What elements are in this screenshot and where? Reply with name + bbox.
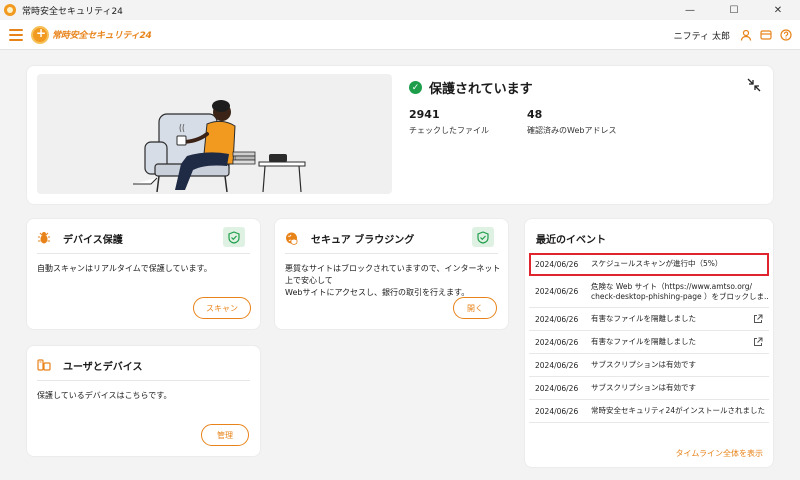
status-text: 保護されています	[429, 82, 533, 97]
checked-urls-stat: 48 確認済みのWebアドレス	[527, 108, 616, 136]
window-controls: — ☐ ✕	[668, 0, 800, 20]
account-icon[interactable]	[739, 28, 752, 41]
divider	[37, 380, 250, 381]
secure-browsing-description: 悪質なサイトはブロックされていますので、インターネット上で安心して Webサイト…	[285, 263, 508, 299]
shield-check-icon	[223, 227, 245, 247]
event-row[interactable]: 2024/06/26 危険な Web サイト（https://www.amtso…	[529, 276, 769, 308]
event-message-line2: check-desktop-phishing-page ）をブロックしま...	[591, 291, 769, 301]
open-button[interactable]: 開く	[453, 297, 497, 319]
bug-icon	[37, 231, 51, 245]
event-date: 2024/06/26	[535, 287, 579, 296]
event-row[interactable]: 2024/06/26 サブスクリプションは有効です	[529, 354, 769, 377]
minimize-button[interactable]: —	[668, 0, 712, 20]
checked-urls-count: 48	[527, 108, 543, 121]
device-protection-card: デバイス保護 自動スキャンはリアルタイムで保護しています。 スキャン	[27, 219, 260, 329]
divider	[37, 253, 250, 254]
external-link-icon[interactable]	[753, 337, 763, 347]
event-message: 危険な Web サイト（https://www.amtso.org/ check…	[585, 282, 769, 302]
logo-mark-icon	[31, 25, 49, 44]
event-message: サブスクリプションは有効です	[591, 383, 696, 392]
checked-files-stat: 2941 チェックしたファイル	[409, 108, 489, 136]
recent-events-title: 最近のイベント	[536, 235, 606, 246]
protection-status-card: ✓ 保護されています 2941 チェックしたファイル 48 確認済みのWebアド…	[27, 66, 773, 204]
scan-button[interactable]: スキャン	[193, 297, 251, 319]
event-row[interactable]: 2024/06/26 サブスクリプションは有効です	[529, 377, 769, 400]
subscription-icon[interactable]	[759, 28, 772, 41]
maximize-button[interactable]: ☐	[712, 0, 756, 20]
secure-browsing-description-line1: 悪質なサイトはブロックされていますので、インターネット上で安心して	[285, 264, 501, 285]
logo: 常時安全セキュリティ24	[31, 25, 152, 44]
event-message: サブスクリプションは有効です	[591, 360, 696, 369]
divider	[285, 253, 498, 254]
event-date: 2024/06/26	[535, 337, 579, 347]
check-circle-icon: ✓	[409, 81, 422, 94]
event-row[interactable]: 2024/06/26 スケジュールスキャンが進行中（5%）	[529, 253, 769, 276]
user-name[interactable]: ニフティ 太郎	[674, 29, 730, 42]
relaxing-person-illustration	[37, 74, 392, 194]
menu-icon[interactable]	[9, 28, 23, 41]
event-message: スケジュールスキャンが進行中（5%）	[591, 259, 723, 268]
collapse-icon[interactable]	[747, 78, 761, 92]
event-message-line1: 危険な Web サイト（https://www.amtso.org/	[591, 281, 753, 291]
app-icon	[4, 4, 16, 16]
event-message: 有害なファイルを隔離しました	[591, 314, 696, 323]
users-devices-card: ユーザとデバイス 保護しているデバイスはこちらです。 管理	[27, 346, 260, 456]
protection-status: ✓ 保護されています	[409, 78, 533, 97]
logo-text: 常時安全セキュリティ24	[52, 31, 152, 41]
event-date: 2024/06/26	[535, 406, 579, 416]
external-link-icon[interactable]	[753, 314, 763, 324]
app-header: 常時安全セキュリティ24 ニフティ 太郎	[0, 20, 800, 50]
event-message: 有害なファイルを隔離しました	[591, 337, 696, 346]
checked-urls-label: 確認済みのWebアドレス	[527, 126, 617, 135]
recent-events-card: 最近のイベント 2024/06/26 スケジュールスキャンが進行中（5%） 20…	[525, 219, 773, 467]
event-date: 2024/06/26	[535, 383, 579, 393]
manage-button[interactable]: 管理	[201, 424, 249, 446]
window-title: 常時安全セキュリティ24	[22, 6, 123, 17]
event-date: 2024/06/26	[535, 259, 579, 269]
device-protection-title: デバイス保護	[63, 235, 123, 246]
event-row[interactable]: 2024/06/26 有害なファイルを隔離しました	[529, 308, 769, 331]
window-titlebar: 常時安全セキュリティ24 — ☐ ✕	[0, 0, 800, 20]
users-devices-title: ユーザとデバイス	[63, 362, 143, 373]
view-full-timeline-link[interactable]: タイムライン全体を表示	[676, 448, 763, 459]
checked-files-count: 2941	[409, 108, 440, 121]
header-icons	[739, 28, 792, 41]
event-row[interactable]: 2024/06/26 常時安全セキュリティ24がインストールされました	[529, 400, 769, 423]
devices-icon	[37, 358, 51, 372]
shield-check-icon	[472, 227, 494, 247]
event-date: 2024/06/26	[535, 360, 579, 370]
event-message: 常時安全セキュリティ24がインストールされました	[591, 406, 765, 415]
globe-shield-icon	[285, 231, 299, 245]
users-devices-description: 保護しているデバイスはこちらです。	[37, 391, 172, 400]
event-list: 2024/06/26 スケジュールスキャンが進行中（5%） 2024/06/26…	[529, 253, 769, 423]
close-button[interactable]: ✕	[756, 0, 800, 20]
event-row[interactable]: 2024/06/26 有害なファイルを隔離しました	[529, 331, 769, 354]
checked-files-label: チェックしたファイル	[409, 126, 489, 135]
help-icon[interactable]	[779, 28, 792, 41]
secure-browsing-title: セキュア ブラウジング	[311, 235, 415, 246]
secure-browsing-card: セキュア ブラウジング 悪質なサイトはブロックされていますので、インターネット上…	[275, 219, 508, 329]
event-date: 2024/06/26	[535, 314, 579, 324]
device-protection-description: 自動スキャンはリアルタイムで保護しています。	[37, 264, 212, 273]
